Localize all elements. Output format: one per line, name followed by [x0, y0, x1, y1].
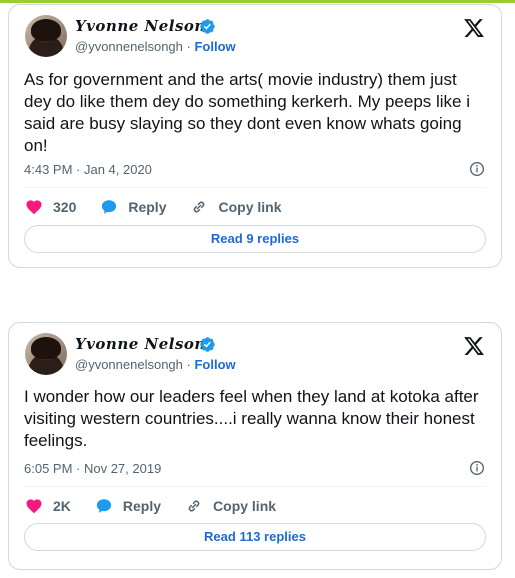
verified-badge-icon	[200, 337, 215, 352]
copy-link-label: Copy link	[218, 199, 282, 215]
action-bar: 2K Reply Copy link	[25, 496, 300, 516]
display-name[interactable]: Yvonne Nelson	[75, 335, 206, 353]
heart-icon	[26, 200, 42, 215]
handle-row: @yvonnenelsongh · Follow	[75, 357, 236, 372]
top-accent-line	[0, 0, 515, 3]
read-replies-button[interactable]: Read 9 replies	[24, 225, 486, 253]
copy-link-button[interactable]: Copy link	[185, 497, 276, 515]
read-replies-button[interactable]: Read 113 replies	[24, 523, 486, 551]
reply-label: Reply	[122, 498, 162, 514]
follow-link[interactable]: Follow	[194, 39, 235, 54]
reply-bubble-icon	[96, 499, 112, 513]
verified-badge-icon	[200, 19, 215, 34]
info-icon[interactable]	[469, 161, 485, 177]
copy-link-label: Copy link	[213, 498, 277, 514]
separator: ·	[186, 357, 191, 372]
divider	[24, 486, 486, 487]
like-button[interactable]: 320	[25, 198, 76, 216]
tweet-text: I wonder how our leaders feel when they …	[24, 387, 479, 450]
divider	[24, 187, 486, 188]
tweet-text: As for government and the arts( movie in…	[24, 70, 471, 155]
info-icon[interactable]	[469, 460, 485, 476]
handle[interactable]: @yvonnenelsongh	[75, 357, 183, 372]
action-bar: 320 Reply Copy link	[25, 197, 306, 217]
avatar[interactable]	[25, 333, 67, 375]
like-count: 320	[53, 199, 77, 215]
tweet-card: Yvonne Nelson @yvonnenelsongh · Follow A…	[8, 4, 502, 268]
display-name[interactable]: Yvonne Nelson	[75, 17, 206, 35]
timestamp[interactable]: 4:43 PM · Jan 4, 2020	[24, 162, 152, 177]
reply-label: Reply	[128, 199, 167, 215]
handle-row: @yvonnenelsongh · Follow	[75, 39, 236, 54]
reply-bubble-icon	[102, 200, 117, 214]
like-count: 2K	[53, 498, 71, 514]
copy-link-button[interactable]: Copy link	[190, 198, 282, 216]
timestamp[interactable]: 6:05 PM · Nov 27, 2019	[24, 461, 161, 476]
separator: ·	[186, 39, 191, 54]
avatar[interactable]	[25, 15, 67, 57]
reply-button[interactable]: Reply	[95, 497, 161, 515]
like-button[interactable]: 2K	[25, 497, 71, 515]
heart-icon	[26, 499, 42, 514]
link-icon	[188, 500, 200, 512]
reply-button[interactable]: Reply	[100, 198, 166, 216]
handle[interactable]: @yvonnenelsongh	[75, 39, 183, 54]
link-icon	[194, 201, 205, 213]
tweet-card: Yvonne Nelson @yvonnenelsongh · Follow I…	[8, 322, 502, 570]
follow-link[interactable]: Follow	[194, 357, 235, 372]
x-logo-icon[interactable]	[463, 17, 485, 39]
x-logo-icon[interactable]	[463, 335, 485, 357]
